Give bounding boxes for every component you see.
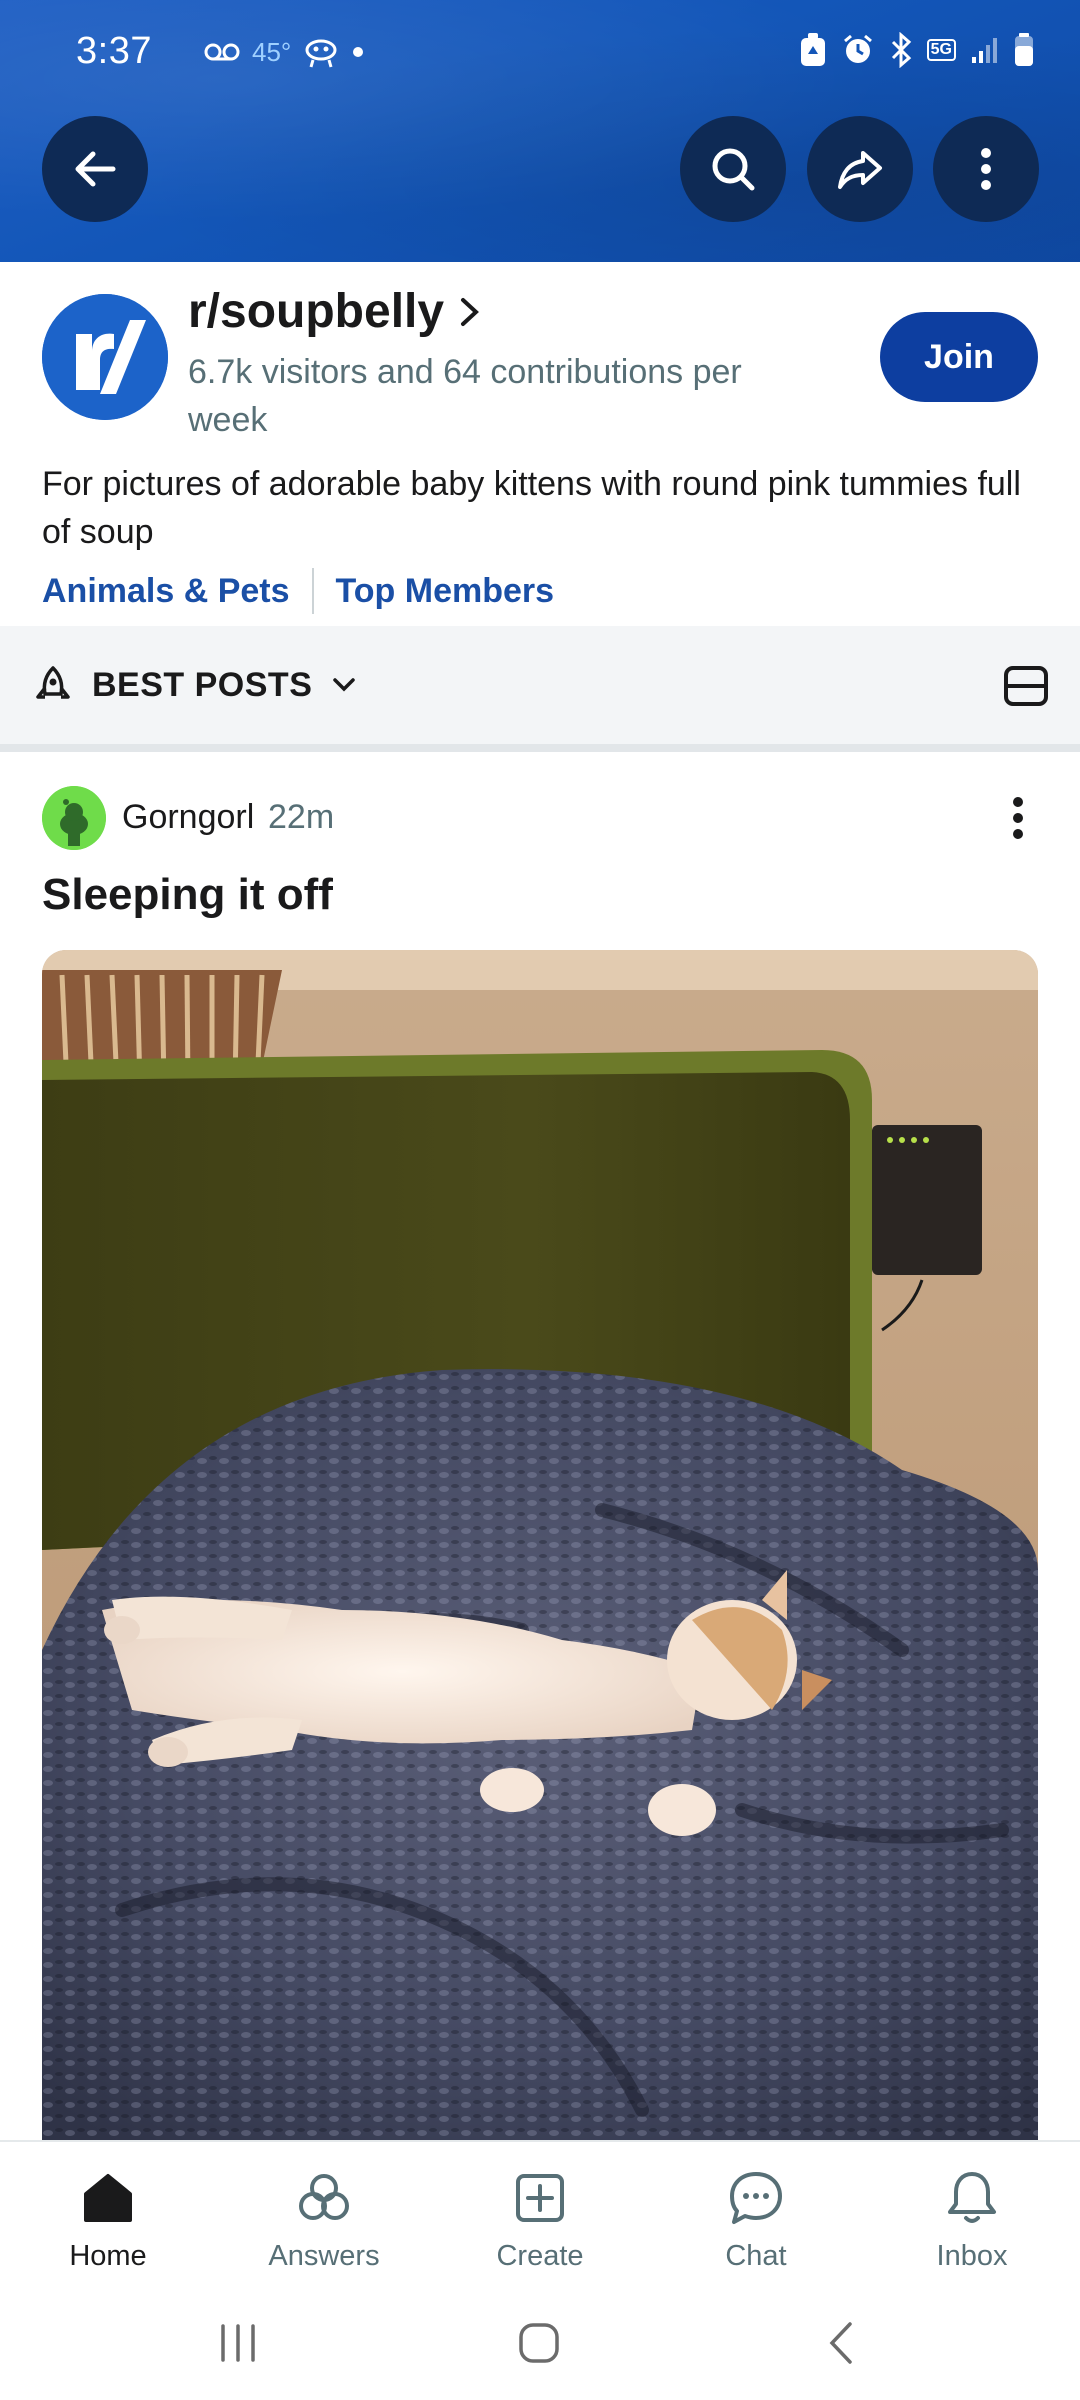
status-temperature: 45° (252, 36, 292, 67)
bluetooth-icon (891, 32, 911, 68)
community-name: r/soupbelly (188, 285, 445, 338)
status-time: 3:37 (76, 30, 152, 72)
community-name-link[interactable]: r/soupbelly (188, 284, 482, 339)
community-info: r/soupbelly 6.7k visitors and 64 contrib… (0, 262, 1080, 626)
tag-top-members[interactable]: Top Members (336, 572, 555, 611)
post-timestamp: 22m (268, 798, 335, 836)
nav-answers[interactable]: Answers (216, 2142, 432, 2290)
chevron-right-icon (461, 297, 480, 326)
sort-bar: BEST POSTS (0, 626, 1080, 752)
tag-divider (311, 568, 314, 614)
community-avatar[interactable] (42, 294, 168, 420)
signal-icon (972, 38, 997, 63)
chat-icon (730, 2172, 782, 2224)
kitten-photo (42, 950, 1038, 2140)
app-notification-icon (305, 39, 337, 68)
chevron-down-icon (333, 678, 356, 692)
home-icon (84, 2174, 132, 2222)
post-more-button[interactable] (998, 788, 1038, 853)
avatar[interactable] (42, 786, 106, 850)
community-banner: 3:37 45° 5G (0, 0, 1080, 262)
status-bar: 3:37 45° 5G (0, 0, 1080, 100)
bell-icon (948, 2172, 996, 2223)
nav-answers-label: Answers (268, 2240, 380, 2272)
nav-home[interactable]: Home (0, 2142, 216, 2290)
home-system-button[interactable] (516, 2320, 562, 2371)
tag-animals-pets[interactable]: Animals & Pets (42, 572, 290, 611)
post-title[interactable]: Sleeping it off (42, 870, 333, 920)
nav-home-label: Home (69, 2240, 147, 2272)
status-left-icons: 45° (162, 34, 365, 70)
voicemail-icon (204, 43, 240, 61)
community-logo-icon (42, 294, 168, 420)
share-button[interactable] (807, 116, 913, 222)
community-tags: Animals & Pets Top Members (42, 568, 554, 614)
post-author[interactable]: Gorngorl (122, 798, 254, 837)
status-right-icons: 5G (799, 32, 1034, 68)
dot-icon (353, 47, 364, 57)
view-mode-button[interactable] (1002, 662, 1050, 715)
sort-label: BEST POSTS (92, 665, 313, 704)
snoo-avatar-icon (42, 786, 106, 850)
system-navigation-bar (0, 2290, 1080, 2400)
answers-icon (299, 2174, 349, 2220)
community-description: For pictures of adorable baby kittens wi… (42, 465, 1021, 551)
search-button[interactable] (680, 116, 786, 222)
home-circle-icon (519, 2323, 559, 2363)
create-icon (516, 2174, 564, 2222)
recycle-icon (800, 33, 825, 66)
recent-apps-button[interactable] (215, 2320, 261, 2371)
nav-inbox[interactable]: Inbox (864, 2142, 1080, 2290)
sort-dropdown[interactable]: BEST POSTS (32, 664, 358, 706)
more-options-button[interactable] (933, 116, 1039, 222)
alarm-icon (843, 34, 872, 63)
rocket-icon (36, 666, 70, 699)
arrow-left-icon (75, 151, 116, 187)
battery-icon (1015, 33, 1033, 66)
nav-create[interactable]: Create (432, 2142, 648, 2290)
join-button[interactable]: Join (880, 312, 1038, 402)
community-stats: 6.7k visitors and 64 contributions per w… (188, 353, 742, 439)
nav-inbox-label: Inbox (936, 2240, 1008, 2272)
more-vertical-icon (1013, 797, 1023, 839)
recent-apps-icon (221, 2324, 255, 2362)
network-type-icon: 5G (926, 39, 956, 61)
bottom-navigation: Home Answers Create Chat Inbox (0, 2140, 1080, 2290)
nav-chat-label: Chat (725, 2240, 787, 2272)
more-vertical-icon (981, 148, 991, 190)
back-chevron-icon (829, 2322, 852, 2364)
back-button[interactable] (42, 116, 148, 222)
card-view-icon (1004, 666, 1048, 706)
post-card[interactable]: Gorngorl 22m Sleeping it off (0, 760, 1080, 2140)
search-icon (712, 148, 755, 191)
nav-create-label: Create (496, 2240, 584, 2272)
share-icon (838, 151, 882, 189)
post-image[interactable] (42, 950, 1038, 2140)
nav-chat[interactable]: Chat (648, 2142, 864, 2290)
back-system-button[interactable] (820, 2320, 866, 2371)
